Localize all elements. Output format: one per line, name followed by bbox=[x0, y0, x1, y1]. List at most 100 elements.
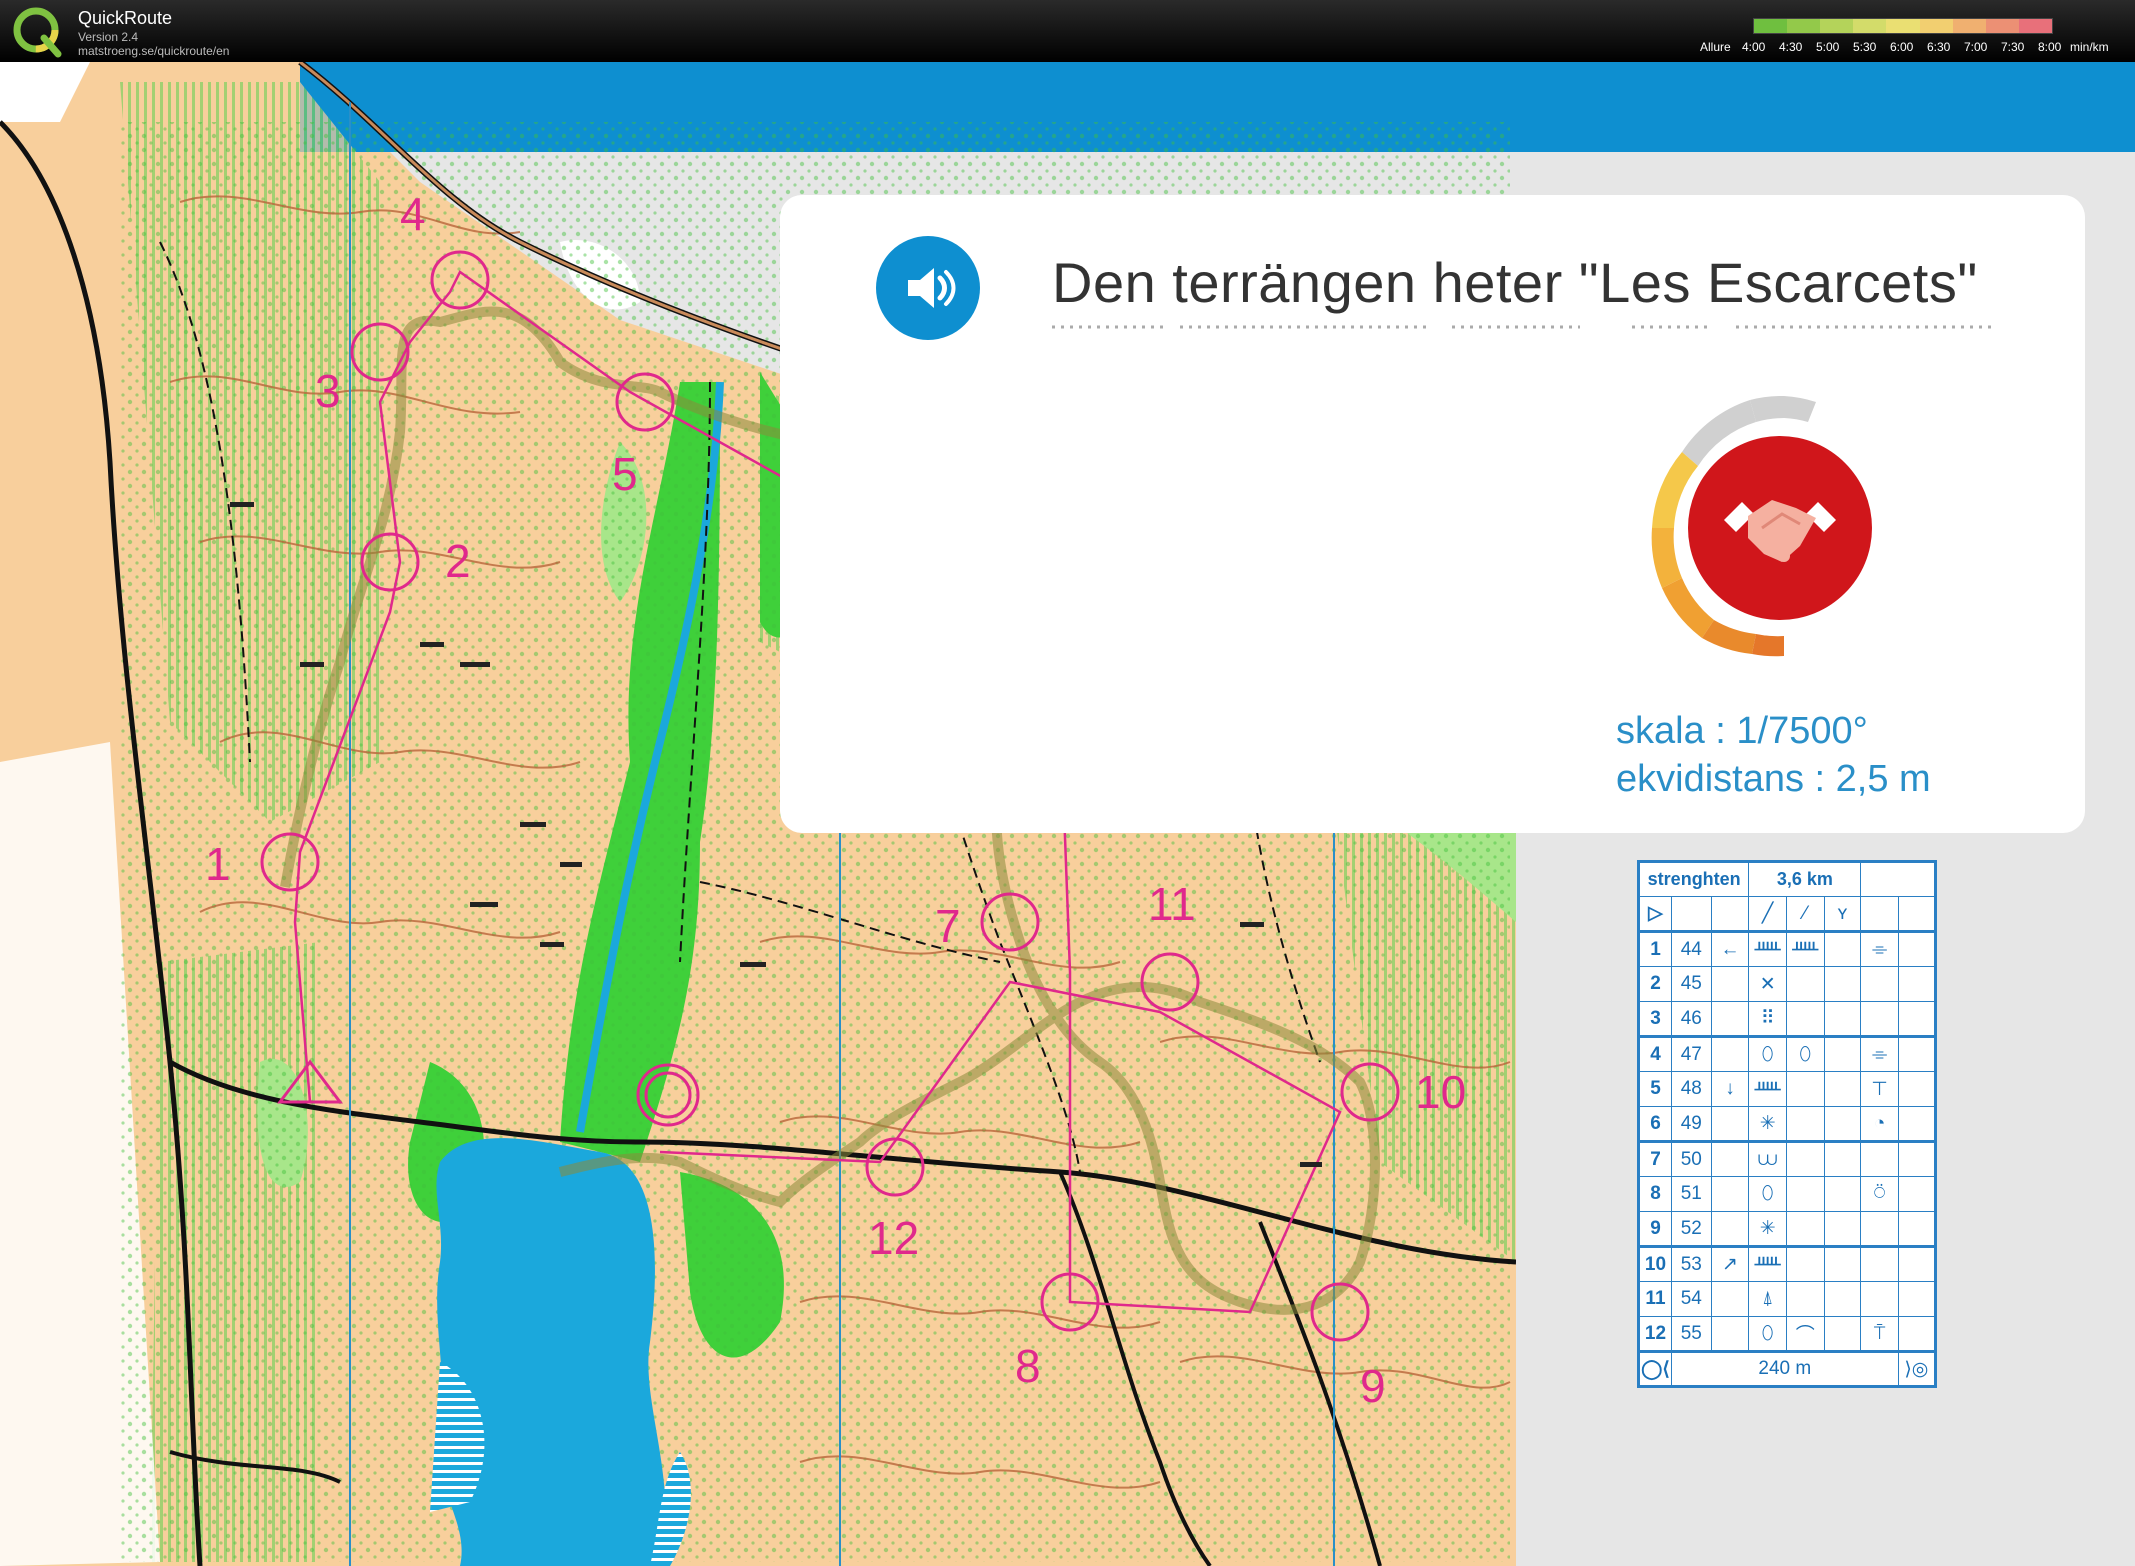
control-symbol: ⍥ bbox=[1860, 1176, 1899, 1212]
junction-icon: ʏ bbox=[1823, 896, 1862, 932]
pace-tick: 6:00 bbox=[1890, 40, 1914, 54]
pace-color-swatch bbox=[2018, 19, 2052, 33]
control-symbol bbox=[1785, 1106, 1825, 1142]
control-symbol bbox=[1785, 966, 1825, 1002]
start-triangle-icon: ▷ bbox=[1638, 896, 1672, 932]
control-symbol: ⬯ bbox=[1785, 1035, 1825, 1072]
pace-tick: 7:30 bbox=[2001, 40, 2025, 54]
empty-cell bbox=[1897, 1316, 1937, 1352]
empty-cell bbox=[1823, 930, 1862, 967]
pace-color-bar bbox=[1753, 18, 2053, 34]
empty-cell bbox=[1823, 1316, 1862, 1352]
empty-cell bbox=[1823, 1245, 1862, 1282]
empty-cell bbox=[1823, 1071, 1862, 1107]
control-label: 12 bbox=[868, 1212, 919, 1264]
empty-cell bbox=[1897, 1281, 1937, 1317]
quickroute-header: QuickRoute Version 2.4 matstroeng.se/qui… bbox=[0, 0, 2135, 62]
pace-tick: 7:00 bbox=[1964, 40, 1988, 54]
cd-control-row: 12 55 ⬯ ⌒ ⍑ bbox=[1638, 1316, 1937, 1352]
control-symbol bbox=[1785, 1140, 1825, 1177]
pace-tick: 5:00 bbox=[1816, 40, 1840, 54]
control-symbol: ✳ bbox=[1748, 1106, 1787, 1142]
cd-control-row: 4 47 ⬯ ⬯ ⌯ bbox=[1638, 1035, 1937, 1072]
cd-control-row: 5 48 ↓ ᚊ ⊤ bbox=[1638, 1071, 1937, 1107]
pace-color-swatch bbox=[1886, 19, 1920, 33]
control-symbol: ↗ bbox=[1710, 1245, 1750, 1282]
empty-cell bbox=[1897, 1140, 1937, 1177]
control-code: 45 bbox=[1670, 966, 1712, 1002]
control-symbol: ⍋ bbox=[1748, 1281, 1787, 1317]
control-symbol: ⍑ bbox=[1860, 1316, 1899, 1352]
control-code: 51 bbox=[1670, 1176, 1712, 1212]
control-symbol: ⌒ bbox=[1785, 1316, 1825, 1352]
control-symbol: ᚊ bbox=[1748, 1245, 1787, 1282]
control-label: 5 bbox=[612, 448, 638, 500]
control-symbol: ✳ bbox=[1748, 1211, 1787, 1247]
control-code: 52 bbox=[1670, 1211, 1712, 1247]
contour-interval: ekvidistans : 2,5 m bbox=[1616, 758, 1931, 800]
pace-tick: 4:00 bbox=[1742, 40, 1766, 54]
control-symbol: ⬯ bbox=[1748, 1035, 1787, 1072]
map-lake bbox=[436, 1138, 666, 1566]
control-label: 11 bbox=[1148, 878, 1196, 930]
control-label: 10 bbox=[1415, 1066, 1466, 1118]
terrain-title: Den terrängen heter "Les Escarcets" bbox=[1052, 251, 1978, 314]
cd-control-row: 10 53 ↗ ᚊ bbox=[1638, 1245, 1937, 1282]
control-symbol: ⬯ bbox=[1748, 1176, 1787, 1212]
cd-control-row: 3 46 ⠿ bbox=[1638, 1001, 1937, 1037]
empty-cell bbox=[1897, 1035, 1937, 1072]
control-number: 8 bbox=[1638, 1176, 1672, 1212]
cd-control-row: 7 50 ⩊ bbox=[1638, 1140, 1937, 1177]
control-symbol bbox=[1710, 1316, 1750, 1352]
cd-control-row: 6 49 ✳ ◔ bbox=[1638, 1106, 1937, 1142]
cd-control-row: 8 51 ⬯ ⍥ bbox=[1638, 1176, 1937, 1212]
control-label: 4 bbox=[400, 188, 426, 240]
control-code: 50 bbox=[1670, 1140, 1712, 1177]
control-code: 46 bbox=[1670, 1001, 1712, 1037]
empty-cell bbox=[1823, 1035, 1862, 1072]
empty-cell bbox=[1897, 1245, 1937, 1282]
cd-control-row: 9 52 ✳ bbox=[1638, 1211, 1937, 1247]
cd-header-row: strenghten 3,6 km bbox=[1637, 861, 1936, 897]
control-label: 3 bbox=[315, 365, 341, 417]
control-symbol: ◔ bbox=[1860, 1106, 1899, 1142]
track-icon: ⁄ bbox=[1785, 896, 1825, 932]
control-symbol bbox=[1860, 966, 1899, 1002]
empty-cell bbox=[1823, 1001, 1862, 1037]
control-symbol bbox=[1860, 1211, 1899, 1247]
empty-cell bbox=[1897, 1211, 1937, 1247]
control-number: 5 bbox=[1638, 1071, 1672, 1107]
control-number: 1 bbox=[1638, 930, 1672, 967]
empty-cell bbox=[1823, 1211, 1862, 1247]
control-number: 4 bbox=[1638, 1035, 1672, 1072]
empty-cell bbox=[1897, 930, 1937, 967]
pace-color-swatch bbox=[1952, 19, 1986, 33]
speaker-button[interactable] bbox=[876, 236, 980, 340]
control-label: 2 bbox=[445, 535, 471, 587]
control-symbol bbox=[1710, 1176, 1750, 1212]
pace-unit: min/km bbox=[2070, 40, 2109, 54]
app-url: matstroeng.se/quickroute/en bbox=[78, 44, 230, 58]
difficulty-gauge bbox=[1651, 395, 1872, 657]
control-code: 53 bbox=[1670, 1245, 1712, 1282]
control-number: 3 bbox=[1638, 1001, 1672, 1037]
control-symbol bbox=[1785, 1176, 1825, 1212]
control-code: 55 bbox=[1670, 1316, 1712, 1352]
empty-cell bbox=[1897, 1106, 1937, 1142]
finish-start-icon: ◯⟨ bbox=[1638, 1350, 1672, 1387]
control-number: 7 bbox=[1638, 1140, 1672, 1177]
cd-start-row: ▷ ╱ ⁄ ʏ bbox=[1638, 896, 1937, 932]
control-symbol: ⠿ bbox=[1748, 1001, 1787, 1037]
control-symbol bbox=[1710, 966, 1750, 1002]
quickroute-logo-icon bbox=[13, 7, 62, 58]
empty-cell bbox=[1823, 1106, 1862, 1142]
speaker-icon bbox=[908, 268, 956, 308]
control-symbol: ⬯ bbox=[1748, 1316, 1787, 1352]
control-number: 6 bbox=[1638, 1106, 1672, 1142]
control-code: 48 bbox=[1670, 1071, 1712, 1107]
pace-color-swatch bbox=[1985, 19, 2019, 33]
course-name: strenghten bbox=[1637, 861, 1750, 897]
empty-cell bbox=[1823, 1140, 1862, 1177]
control-symbol bbox=[1785, 1211, 1825, 1247]
empty-cell bbox=[1897, 1071, 1937, 1107]
